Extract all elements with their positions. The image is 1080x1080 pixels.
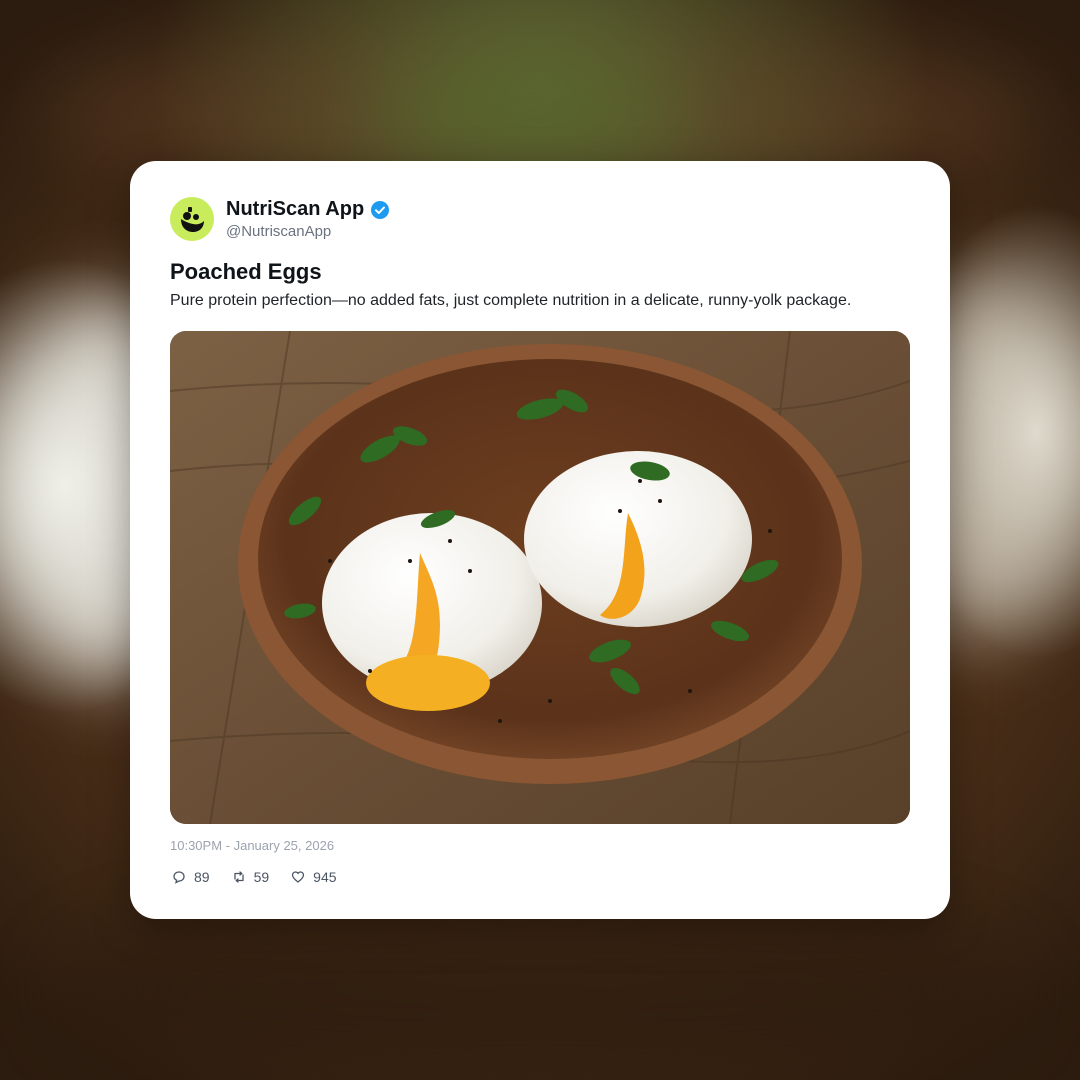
comments-count: 89 [194,869,210,885]
comment-icon [173,871,185,884]
post-card: NutriScan App @NutriscanApp Poached Eggs… [130,161,950,919]
author-name[interactable]: NutriScan App [226,198,364,221]
post-image[interactable] [170,331,910,824]
heart-icon [292,871,305,883]
engagement-bar: 89 59 945 [172,869,359,885]
repost-icon [233,871,244,883]
verified-badge-icon [371,200,390,219]
avatar[interactable] [170,197,214,241]
post-title: Poached Eggs [170,259,322,284]
post-description: Pure protein perfection—no added fats, j… [170,292,852,309]
nutriscan-logo-icon [181,207,204,232]
post-header: NutriScan App @NutriscanApp [170,197,390,241]
like-button[interactable]: 945 [291,869,337,885]
reposts-count: 59 [253,869,270,885]
repost-button[interactable]: 59 [232,869,270,885]
author-handle[interactable]: @NutriscanApp [226,223,390,240]
poached-eggs-photo [170,331,910,824]
comments-button[interactable]: 89 [172,869,210,885]
likes-count: 945 [313,869,337,885]
post-timestamp: 10:30PM - January 25, 2026 [170,838,335,853]
